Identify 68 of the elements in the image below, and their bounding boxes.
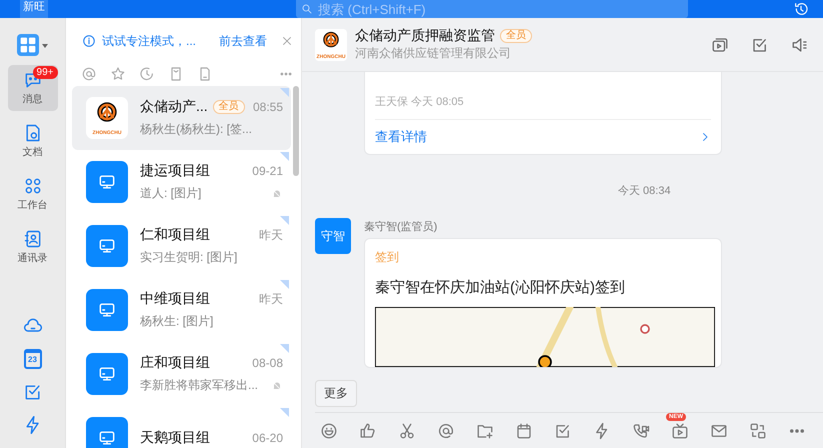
close-icon[interactable]: [281, 35, 293, 47]
conversation-item[interactable]: 仁和项目组 昨天 实习生贺明: [图片]: [72, 214, 291, 278]
user-avatar: 守智: [315, 218, 351, 254]
conversation-name: 众储动产...: [140, 98, 208, 116]
card-text: 秦守智在怀庆加油站(沁阳怀庆站)签到: [375, 278, 626, 297]
conversation-item[interactable]: 天鹅项目组 06-20: [72, 406, 291, 448]
video-icon[interactable]: [711, 36, 729, 54]
clock-icon[interactable]: [139, 66, 155, 82]
sidebar-item[interactable]: 工作台: [8, 171, 58, 217]
star-icon[interactable]: [110, 66, 126, 82]
user-name[interactable]: 新旺: [20, 0, 48, 18]
member-tag: 全员: [212, 100, 245, 114]
conversation-time: 09-21: [252, 164, 283, 178]
sidebar-item[interactable]: 消息 99+: [8, 65, 58, 111]
conversation-name: 天鹅项目组: [140, 429, 210, 447]
conversation-name: 捷运项目组: [140, 162, 210, 180]
unread-badge: 99+: [32, 66, 58, 79]
tip-text: 试试专注模式，...: [102, 32, 196, 50]
message-preview: 杨秋生(杨秋生): [签...: [140, 121, 252, 138]
group-avatar: [86, 353, 128, 395]
apps-menu-button[interactable]: [17, 34, 48, 56]
sidebar-item[interactable]: 文档: [8, 118, 58, 164]
calendar-button[interactable]: 23: [24, 349, 42, 369]
search-field[interactable]: 搜索 (Ctrl+Shift+F): [296, 0, 688, 18]
sender-name: 秦守智(监管员): [364, 220, 438, 234]
message-preview: 李新胜将韩家军移出...: [140, 377, 258, 394]
phone-video-icon[interactable]: [632, 422, 650, 440]
conversation-time: 08:55: [252, 100, 283, 114]
conversation-item[interactable]: 捷运项目组 09-21 道人: [图片]: [72, 150, 291, 214]
conversation-item[interactable]: 庄和项目组 08-08 李新胜将韩家军移出...: [72, 342, 291, 406]
member-tag: 全员: [500, 29, 532, 43]
swap-icon[interactable]: [749, 422, 767, 440]
group-avatar: [86, 225, 128, 267]
message-preview: 实习生贺明: [图片]: [140, 249, 238, 266]
at-sign-icon[interactable]: [437, 422, 455, 440]
tv-play-icon[interactable]: [671, 422, 689, 440]
speaker-icon[interactable]: [791, 36, 809, 54]
calendar-icon[interactable]: [515, 422, 533, 440]
conversation-name: 仁和项目组: [140, 226, 210, 244]
at-sign-icon[interactable]: [81, 66, 97, 82]
smiley-icon[interactable]: [320, 422, 338, 440]
info-icon: [82, 34, 96, 48]
thumbs-up-icon[interactable]: [359, 422, 377, 440]
contact-book-icon: [22, 229, 42, 249]
conversation-item[interactable]: 中维项目组 昨天 杨秋生: [图片]: [72, 278, 291, 342]
message-preview: 道人: [图片]: [140, 185, 202, 202]
tip-link[interactable]: 前去查看: [219, 32, 267, 50]
view-details-link[interactable]: 查看详情: [375, 120, 711, 154]
scissors-icon[interactable]: [398, 422, 416, 440]
card-title: 签到: [375, 249, 400, 266]
sidebar-item[interactable]: 通讯录: [8, 224, 58, 270]
chat-subtitle: 河南众储供应链管理有限公司: [355, 45, 512, 62]
conversation-name: 庄和项目组: [140, 354, 210, 372]
more-button[interactable]: 更多: [315, 380, 357, 407]
conversation-time: 昨天: [259, 290, 283, 308]
search-icon: [301, 3, 313, 15]
group-avatar: [86, 289, 128, 331]
message-preview: 杨秋生: [图片]: [140, 313, 214, 330]
four-circles-icon: [22, 176, 42, 196]
conversation-time: 昨天: [259, 226, 283, 244]
group-avatar: [86, 161, 128, 203]
message-time: 今天 08:34: [618, 185, 671, 197]
conversation-name: 中维项目组: [140, 290, 210, 308]
card-footer-text: 王天保 今天 08:05: [375, 94, 711, 120]
history-icon[interactable]: [793, 1, 809, 17]
conversation-time: 08-08: [252, 356, 283, 370]
conversation-time: 06-20: [252, 431, 283, 445]
chat-title: 众储动产质押融资监管: [355, 27, 495, 45]
